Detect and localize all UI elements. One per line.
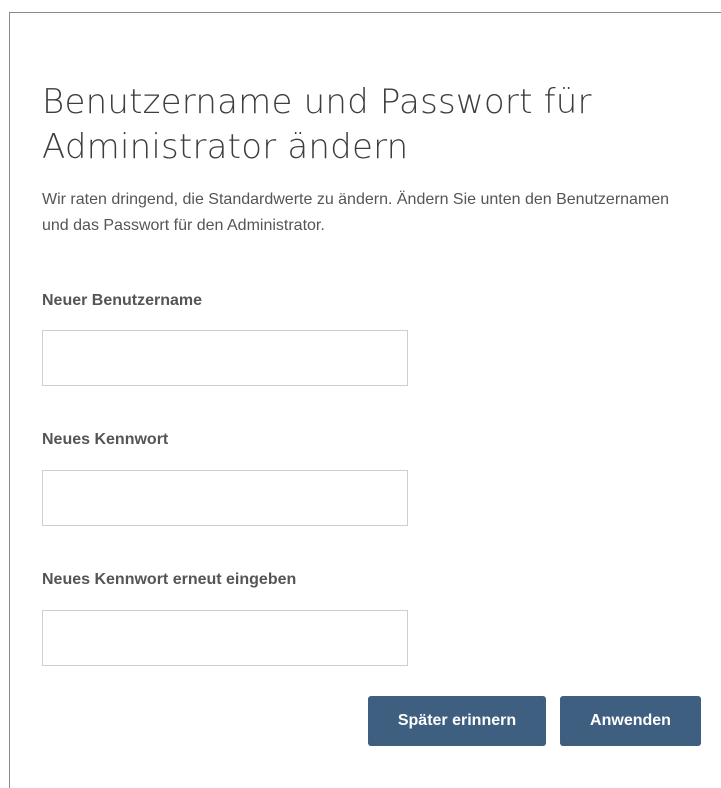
dialog-title: Benutzername und Passwort für Administra… bbox=[42, 82, 592, 167]
dialog-description: Wir raten dringend, die Standardwerte zu… bbox=[42, 191, 670, 234]
remind-later-button[interactable]: Später erinnern bbox=[368, 696, 546, 746]
password-confirm-input[interactable] bbox=[42, 610, 408, 666]
password-confirm-label: Neues Kennwort erneut eingeben bbox=[42, 571, 297, 588]
apply-button[interactable]: Anwenden bbox=[560, 696, 701, 746]
password-input[interactable] bbox=[42, 470, 408, 526]
username-label: Neuer Benutzername bbox=[42, 292, 203, 309]
password-label: Neues Kennwort bbox=[42, 431, 169, 448]
username-input[interactable] bbox=[42, 330, 408, 386]
